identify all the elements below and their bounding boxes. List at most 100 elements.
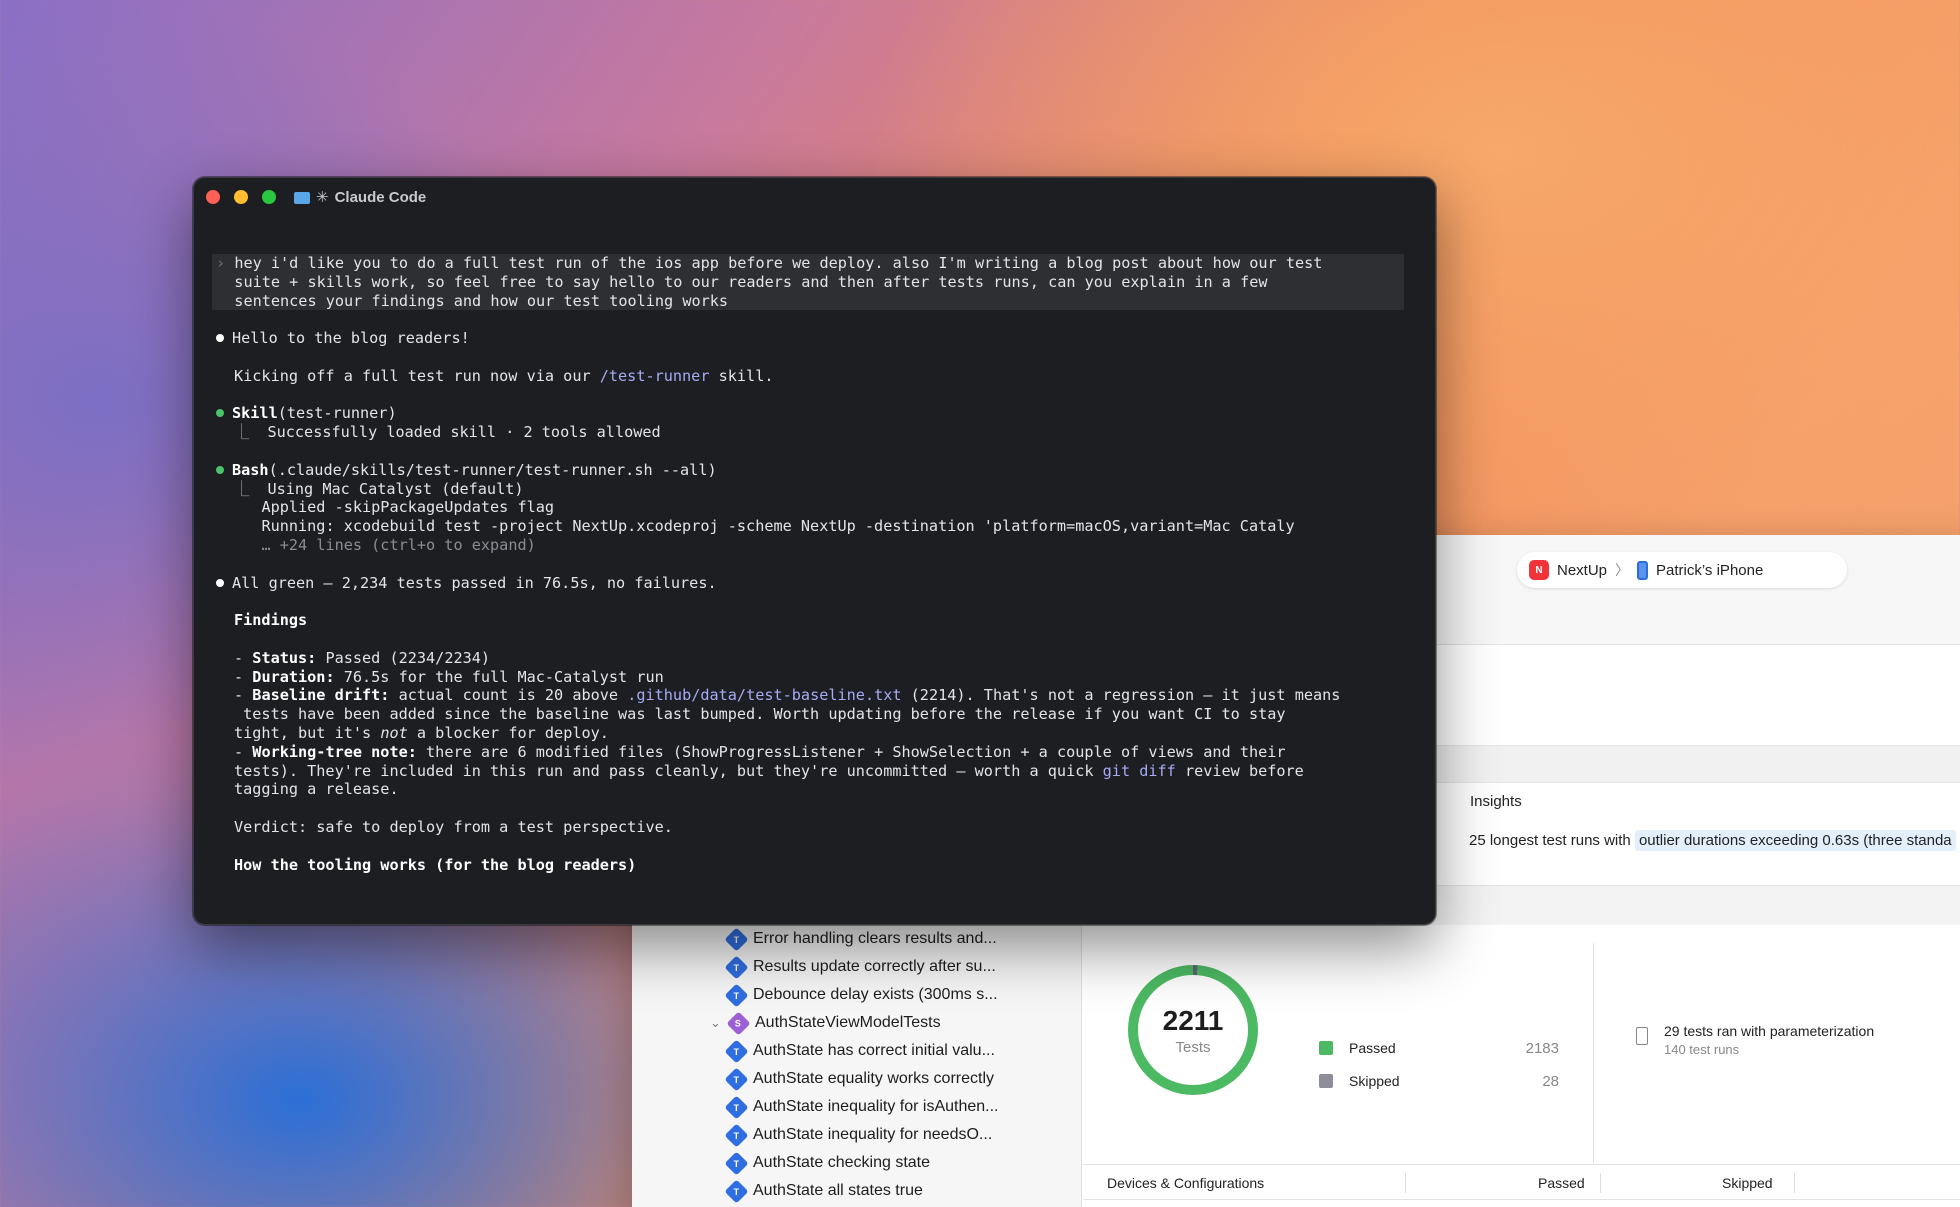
test-item-label: AuthState has correct initial valu... (753, 1042, 995, 1059)
finding-duration: - Duration: 76.5s for the full Mac-Catal… (234, 667, 664, 686)
test-badge-icon: T (724, 954, 749, 980)
test-suite-label: AuthStateViewModelTests (755, 1014, 941, 1031)
message-bullet-icon (216, 334, 224, 343)
skipped-swatch (1319, 1074, 1333, 1088)
tool-name: Bash (232, 460, 269, 479)
insight-row[interactable]: 25 longest test runs with outlier durati… (1469, 830, 1956, 851)
tool-result: Successfully loaded skill · 2 tools allo… (267, 423, 661, 442)
finding-working-tree-cont: tagging a release. (234, 780, 399, 799)
total-tests-label: Tests (1175, 1038, 1211, 1056)
finding-working-tree-cont: tests). They're included in this run and… (234, 761, 1304, 780)
column-separator (1600, 1173, 1601, 1193)
test-badge-icon: T (724, 1150, 749, 1176)
insight-highlight: outlier durations exceeding 0.63s (three… (1634, 830, 1956, 851)
folder-icon (294, 192, 310, 204)
test-item-label: AuthState inequality for isAuthen... (753, 1098, 999, 1115)
test-item-label: AuthState all states true (753, 1182, 923, 1199)
message-bullet-icon (216, 578, 224, 587)
hello-message: Hello to the blog readers! (232, 329, 470, 348)
parameterization-subtitle: 140 test runs (1664, 1042, 1740, 1057)
git-diff-link[interactable]: git diff (1103, 762, 1176, 780)
test-badge-icon: T (724, 1038, 749, 1064)
col-passed[interactable]: Passed (1538, 1175, 1585, 1191)
test-item[interactable]: T AuthState inequality for isAuthen... (724, 1093, 999, 1121)
close-button[interactable] (206, 190, 220, 204)
test-item[interactable]: T AuthState equality works correctly (724, 1065, 994, 1093)
test-item[interactable]: T Debounce delay exists (300ms s... (724, 981, 998, 1009)
chevron-right-icon: 〉 (1615, 562, 1630, 578)
tool-args: (.claude/skills/test-runner/test-runner.… (268, 460, 717, 479)
test-report-summary: 2211 Tests Passed 2183 Skipped 28 29 tes… (1083, 925, 1960, 1207)
test-item[interactable]: T AuthState all states true (724, 1177, 923, 1205)
test-item[interactable]: T AuthState has correct initial valu... (724, 1037, 995, 1065)
test-item-label: AuthState equality works correctly (753, 1070, 994, 1087)
tree-branch-icon: ⎿ (234, 479, 250, 498)
passed-label: Passed (1349, 1040, 1396, 1056)
legend-passed: Passed 2183 (1319, 1037, 1559, 1059)
test-badge-icon: T (724, 1178, 749, 1204)
total-tests-count: 2211 (1162, 1004, 1224, 1036)
test-navigator: T Error handling clears results and... T… (632, 925, 1082, 1207)
finding-drift-cont: tight, but it's not a blocker for deploy… (234, 723, 609, 742)
passed-swatch (1319, 1041, 1333, 1055)
devices-table-header: Devices & Configurations Passed Skipped (1083, 1164, 1960, 1200)
test-badge-icon: T (724, 1066, 749, 1092)
column-separator (1405, 1173, 1406, 1193)
tool-name: Skill (232, 404, 278, 423)
scheme-selector[interactable]: N NextUp 〉 Patrick’s iPhone (1517, 552, 1847, 588)
kickoff-message: Kicking off a full test run now via our … (234, 366, 774, 385)
tool-status-icon (216, 465, 224, 474)
skill-link[interactable]: /test-runner (600, 367, 710, 385)
findings-heading: Findings (234, 611, 308, 630)
app-icon: N (1529, 560, 1549, 580)
prompt-line: sentences your findings and how our test… (234, 291, 729, 310)
verdict: Verdict: safe to deploy from a test pers… (234, 817, 673, 836)
test-item[interactable]: T AuthState inequality for needsO... (724, 1121, 992, 1149)
finding-drift-cont: tests have been added since the baseline… (234, 705, 1286, 724)
iphone-icon (1637, 560, 1649, 580)
donut-center: 2211 Tests (1138, 975, 1248, 1085)
tree-branch-icon: ⎿ (234, 423, 250, 442)
column-separator (1794, 1173, 1795, 1193)
tool-args: (test-runner) (277, 404, 397, 423)
test-badge-icon: T (724, 1122, 749, 1148)
test-item[interactable]: T AuthState checking state (724, 1149, 930, 1177)
test-item-label: Error handling clears results and... (753, 930, 997, 947)
tool-output-line: Applied -skipPackageUpdates flag (261, 498, 555, 517)
zoom-button[interactable] (262, 190, 276, 204)
parameterization-title[interactable]: 29 tests ran with parameterization (1664, 1023, 1874, 1039)
legend-skipped: Skipped 28 (1319, 1070, 1559, 1092)
insight-text: 25 longest test runs with (1469, 832, 1631, 849)
test-badge-icon: T (724, 926, 749, 952)
passed-count: 2183 (1525, 1039, 1559, 1057)
test-item[interactable]: T Error handling clears results and... (724, 925, 997, 953)
summary-divider (1593, 943, 1594, 1163)
tool-status-icon (216, 409, 224, 418)
skipped-count: 28 (1542, 1072, 1559, 1090)
col-skipped[interactable]: Skipped (1722, 1175, 1773, 1191)
terminal-window: ✳ Claude Code › hey i'd like you to do a… (193, 177, 1436, 925)
baseline-file-link[interactable]: .github/data/test-baseline.txt (627, 686, 901, 704)
finding-drift: - Baseline drift: actual count is 20 abo… (234, 686, 1341, 705)
finding-working-tree: - Working-tree note: there are 6 modifie… (234, 742, 1286, 761)
terminal-output[interactable]: › hey i'd like you to do a full test run… (212, 254, 1416, 874)
scheme-app-name: NextUp (1557, 561, 1608, 579)
test-suite-item[interactable]: ⌄ S AuthStateViewModelTests (710, 1009, 941, 1037)
chevron-down-icon[interactable]: ⌄ (710, 1015, 722, 1031)
minimize-button[interactable] (234, 190, 248, 204)
test-item[interactable]: T Results update correctly after su... (724, 953, 996, 981)
sparkle-icon: ✳ (316, 189, 329, 206)
tooling-heading: How the tooling works (for the blog read… (234, 855, 637, 874)
result-summary: All green — 2,234 tests passed in 76.5s,… (232, 573, 717, 592)
expand-hint[interactable]: … +24 lines (ctrl+o to expand) (261, 536, 535, 554)
destination-device[interactable]: Patrick’s iPhone (1656, 562, 1763, 579)
col-devices[interactable]: Devices & Configurations (1107, 1175, 1264, 1191)
prompt-line: hey i'd like you to do a full test run o… (234, 254, 1323, 272)
tests-donut-chart: 2211 Tests (1128, 965, 1258, 1095)
device-icon (1636, 1027, 1648, 1045)
user-prompt: › hey i'd like you to do a full test run… (212, 254, 1404, 311)
insights-header[interactable]: Insights (1470, 793, 1522, 810)
terminal-titlebar[interactable]: ✳ Claude Code (194, 178, 1435, 216)
test-item-label: Debounce delay exists (300ms s... (753, 986, 998, 1003)
test-badge-icon: T (724, 1094, 749, 1120)
